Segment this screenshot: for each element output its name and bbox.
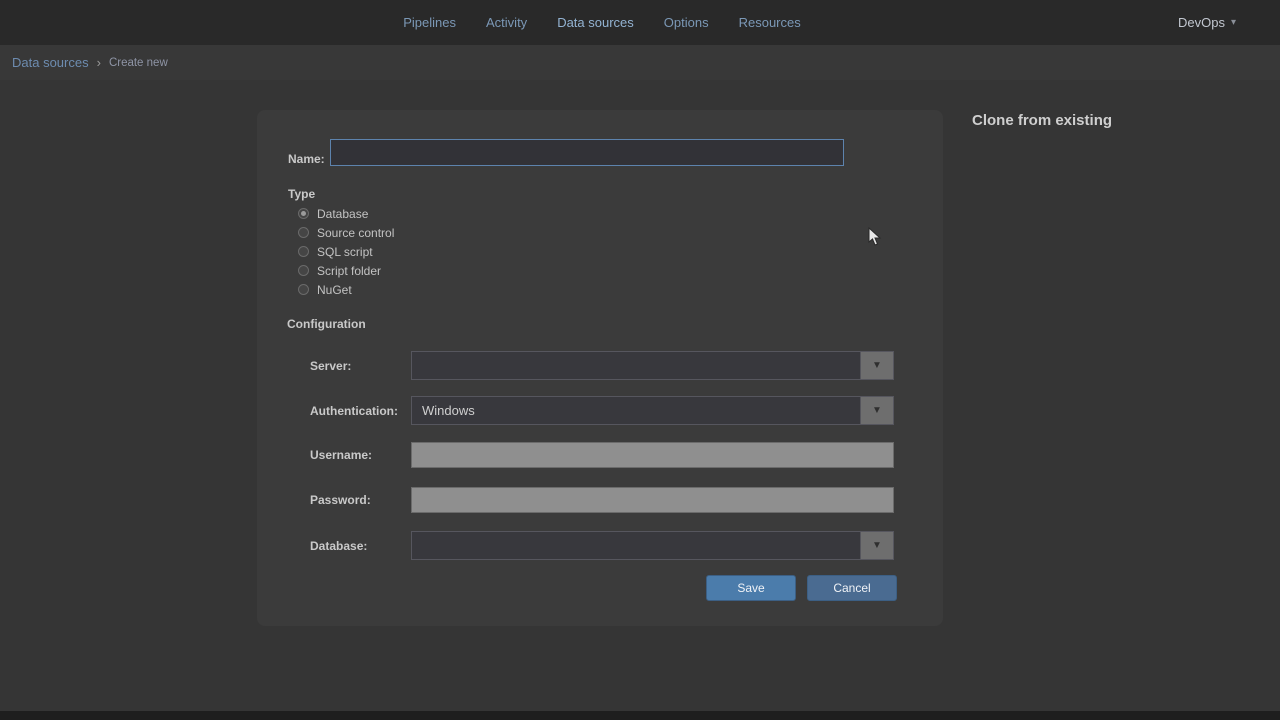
nav-item-options[interactable]: Options — [664, 0, 709, 45]
main-nav: Pipelines Activity Data sources Options … — [403, 0, 800, 45]
server-dropdown-value — [412, 352, 860, 379]
password-label: Password: — [310, 492, 371, 507]
radio-icon — [298, 284, 309, 295]
breadcrumb-data-sources-link[interactable]: Data sources — [12, 55, 89, 70]
type-radio-group: Database Source control SQL script Scrip… — [298, 204, 394, 299]
nav-item-data-sources[interactable]: Data sources — [557, 0, 634, 45]
radio-icon — [298, 246, 309, 257]
save-button[interactable]: Save — [706, 575, 796, 601]
database-label: Database: — [310, 538, 368, 553]
type-heading: Type — [288, 187, 316, 201]
database-dropdown[interactable]: ▼ — [411, 531, 894, 560]
server-field-row: Server: ▼ — [310, 351, 894, 380]
chevron-down-icon: ▾ — [1230, 17, 1236, 28]
bottom-edge-strip — [0, 711, 1280, 720]
radio-option-nuget[interactable]: NuGet — [298, 280, 394, 299]
username-label: Username: — [310, 447, 373, 462]
radio-icon — [298, 227, 309, 238]
radio-option-database[interactable]: Database — [298, 204, 394, 223]
username-input[interactable] — [411, 441, 894, 468]
database-dropdown-value — [412, 532, 860, 559]
authentication-dropdown-value: Windows — [422, 403, 475, 418]
radio-label: Database — [317, 206, 369, 221]
radio-label: Script folder — [317, 263, 382, 278]
password-input[interactable] — [411, 486, 894, 513]
database-field-row: Database: ▼ — [310, 531, 894, 560]
account-menu[interactable]: DevOps ▾ — [1178, 0, 1236, 45]
authentication-label: Authentication: — [310, 403, 398, 418]
account-label: DevOps — [1178, 15, 1225, 30]
radio-label: NuGet — [317, 282, 352, 297]
create-data-source-panel: Name: Type Database Source control SQL s… — [257, 110, 943, 626]
name-label: Name: — [288, 152, 325, 166]
radio-label: Source control — [317, 225, 395, 240]
radio-label: SQL script — [317, 244, 373, 259]
nav-item-resources[interactable]: Resources — [739, 0, 801, 45]
radio-icon — [298, 265, 309, 276]
nav-item-pipelines[interactable]: Pipelines — [403, 0, 456, 45]
username-field-row: Username: — [310, 440, 894, 469]
breadcrumb-current: Create new — [108, 56, 168, 69]
radio-option-script-folder[interactable]: Script folder — [298, 261, 394, 280]
configuration-heading: Configuration — [287, 317, 366, 331]
server-dropdown[interactable]: ▼ — [411, 351, 894, 380]
top-nav-bar: Pipelines Activity Data sources Options … — [0, 0, 1280, 45]
radio-option-sql-script[interactable]: SQL script — [298, 242, 394, 261]
radio-icon — [298, 208, 309, 219]
nav-item-activity[interactable]: Activity — [486, 0, 527, 45]
authentication-field-row: Authentication: Windows ▼ — [310, 396, 894, 425]
breadcrumb: Data sources › Create new — [0, 45, 1280, 80]
password-field-row: Password: — [310, 485, 894, 514]
name-input[interactable] — [330, 139, 844, 166]
dropdown-caret-icon[interactable]: ▼ — [860, 397, 893, 424]
cancel-button[interactable]: Cancel — [807, 575, 897, 601]
server-label: Server: — [310, 358, 352, 373]
dropdown-caret-icon[interactable]: ▼ — [860, 352, 893, 379]
dropdown-caret-icon[interactable]: ▼ — [860, 532, 893, 559]
radio-option-source-control[interactable]: Source control — [298, 223, 394, 242]
breadcrumb-chevron-icon: › — [96, 55, 101, 70]
clone-from-existing-heading: Clone from existing — [972, 112, 1113, 129]
authentication-dropdown[interactable]: Windows ▼ — [411, 396, 894, 425]
